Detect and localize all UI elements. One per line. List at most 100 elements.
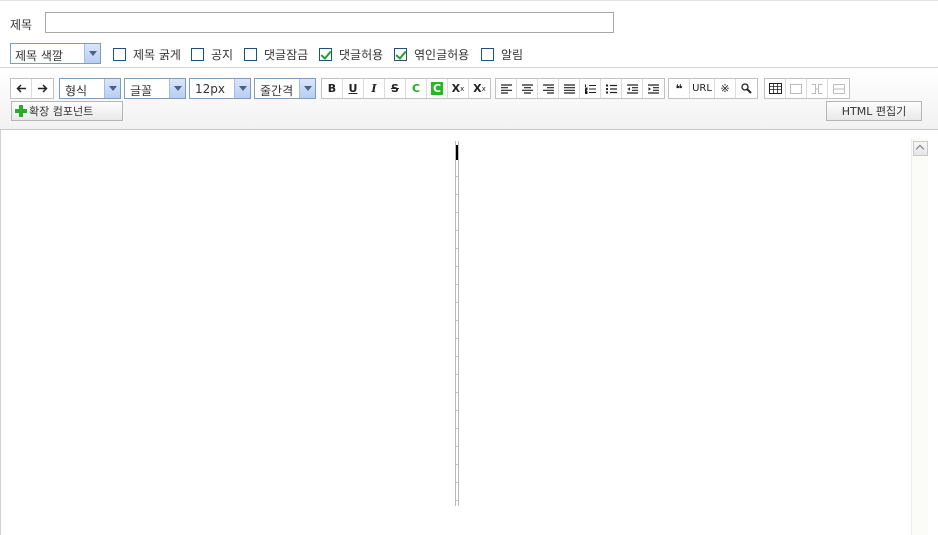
- table-cell-button[interactable]: [786, 79, 807, 98]
- ordered-list-button[interactable]: [580, 79, 601, 98]
- history-group: [10, 78, 54, 99]
- url-button[interactable]: URL: [690, 79, 715, 98]
- notify-option[interactable]: 알림: [481, 46, 523, 62]
- paragraph-group: [495, 78, 665, 99]
- comment-lock-checkbox[interactable]: [244, 47, 257, 61]
- bg-color-label: C: [430, 82, 444, 95]
- split-cells-button[interactable]: [828, 79, 849, 98]
- bold-title-option[interactable]: 제목 굵게: [113, 46, 181, 62]
- italic-label: I: [371, 82, 377, 95]
- quote-icon: ❝: [675, 81, 683, 96]
- comment-lock-label: 댓글잠금: [264, 47, 309, 62]
- title-input[interactable]: [45, 12, 614, 33]
- align-justify-icon: [563, 83, 575, 94]
- notice-label: 공지: [211, 47, 234, 62]
- outdent-button[interactable]: [622, 79, 643, 98]
- indent-button[interactable]: [643, 79, 664, 98]
- allow-comments-checkbox[interactable]: [319, 47, 332, 61]
- title-color-selected: 제목 색깔: [15, 49, 63, 63]
- notify-checkbox[interactable]: [481, 47, 494, 61]
- strikethrough-button[interactable]: S: [385, 79, 406, 98]
- scroll-up-icon[interactable]: [913, 141, 928, 156]
- subscript-label: X: [473, 82, 482, 95]
- editor-content-area[interactable]: [0, 130, 938, 535]
- bold-title-checkbox[interactable]: [113, 47, 126, 61]
- extension-component-button[interactable]: 확장 컴포넌트: [11, 101, 123, 121]
- italic-button[interactable]: I: [364, 79, 385, 98]
- extension-component-label: 확장 컴포넌트: [29, 105, 94, 118]
- align-center-button[interactable]: [517, 79, 538, 98]
- font-select-value: 글꼴: [130, 84, 153, 98]
- title-label: 제목: [10, 18, 33, 32]
- align-center-icon: [521, 83, 533, 94]
- allow-trackback-label: 엮인글허용: [414, 47, 470, 62]
- underline-label: U: [348, 82, 358, 95]
- merge-cells-button[interactable]: [807, 79, 828, 98]
- chevron-down-icon: [234, 79, 250, 98]
- font-color-button[interactable]: C: [406, 79, 427, 98]
- unordered-list-button[interactable]: [601, 79, 622, 98]
- text-style-group: B U I S C C Xx Xx: [321, 78, 491, 99]
- html-editor-button[interactable]: HTML 편집기: [826, 101, 922, 121]
- comment-lock-option[interactable]: 댓글잠금: [244, 46, 308, 62]
- undo-button[interactable]: [11, 79, 32, 98]
- notice-checkbox[interactable]: [191, 47, 204, 61]
- superscript-mark: x: [460, 84, 465, 93]
- allow-trackback-option[interactable]: 엮인글허용: [394, 46, 469, 62]
- superscript-label: X: [451, 82, 461, 95]
- text-caret: [456, 145, 458, 160]
- outdent-icon: [626, 83, 638, 94]
- notice-option[interactable]: 공지: [191, 46, 233, 62]
- line-height-select[interactable]: 줄간격: [254, 78, 316, 99]
- chevron-down-icon: [299, 79, 315, 98]
- find-button[interactable]: [736, 79, 757, 98]
- line-height-select-value: 줄간격: [260, 84, 294, 98]
- font-color-label: C: [411, 82, 421, 95]
- split-cells-icon: [832, 83, 845, 94]
- allow-comments-label: 댓글허용: [339, 47, 384, 62]
- table-icon: [768, 83, 782, 94]
- font-select[interactable]: 글꼴: [124, 78, 186, 99]
- unordered-list-icon: [605, 84, 617, 93]
- editor-ruler: [455, 141, 459, 506]
- arrow-right-icon: [38, 84, 48, 93]
- bold-button[interactable]: B: [322, 79, 343, 98]
- table-cell-icon: [790, 83, 802, 94]
- quote-button[interactable]: ❝: [669, 79, 690, 98]
- special-char-button[interactable]: ※: [715, 79, 736, 98]
- redo-button[interactable]: [32, 79, 53, 98]
- format-select[interactable]: 형식: [59, 78, 121, 99]
- arrow-left-icon: [15, 84, 26, 93]
- plus-icon: [15, 105, 27, 117]
- ordered-list-icon: [584, 84, 596, 94]
- notify-label: 알림: [501, 47, 524, 62]
- background-color-button[interactable]: C: [427, 79, 448, 98]
- font-size-select[interactable]: 12px: [189, 78, 251, 99]
- font-size-select-value: 12px: [195, 82, 225, 96]
- title-color-select[interactable]: 제목 색깔: [10, 43, 101, 64]
- editor-toolbar: 형식 글꼴 12px 줄간격 B U I S C C Xx Xx ❝ URL ※…: [0, 67, 938, 130]
- special-char-icon: ※: [720, 82, 730, 95]
- align-right-icon: [542, 83, 554, 94]
- align-left-button[interactable]: [496, 79, 517, 98]
- editor-scrollbar[interactable]: [911, 138, 928, 535]
- underline-button[interactable]: U: [343, 79, 364, 98]
- bold-label: B: [327, 82, 337, 95]
- superscript-button[interactable]: Xx: [448, 79, 469, 98]
- top-divider: [0, 0, 938, 1]
- insert-group: ❝ URL ※: [668, 78, 758, 99]
- html-editor-label: HTML 편집기: [841, 105, 907, 118]
- magnifier-icon: [741, 83, 752, 94]
- subscript-button[interactable]: Xx: [469, 79, 490, 98]
- url-label: URL: [692, 83, 712, 94]
- align-justify-button[interactable]: [559, 79, 580, 98]
- bold-title-label: 제목 굵게: [133, 47, 181, 62]
- chevron-down-icon: [169, 79, 185, 98]
- subscript-mark: x: [481, 84, 486, 93]
- allow-trackback-checkbox[interactable]: [394, 47, 407, 61]
- insert-table-button[interactable]: [765, 79, 786, 98]
- format-select-value: 형식: [65, 84, 88, 98]
- align-right-button[interactable]: [538, 79, 559, 98]
- allow-comments-option[interactable]: 댓글허용: [319, 46, 383, 62]
- indent-icon: [648, 83, 659, 94]
